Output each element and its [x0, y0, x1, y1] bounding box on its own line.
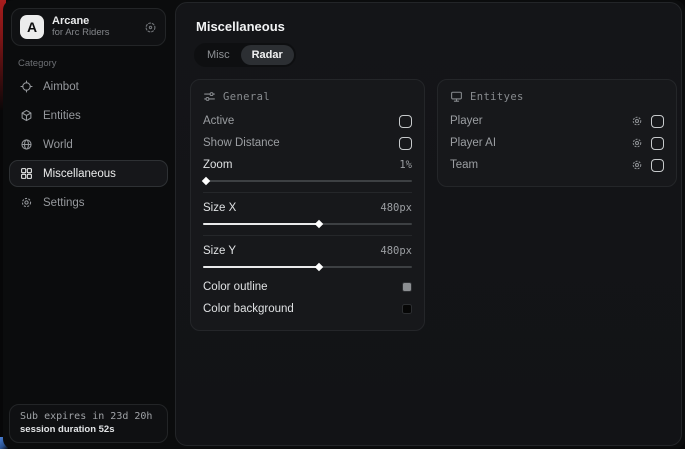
entities-panel: Entityes Player [437, 79, 677, 187]
sub-expiry-text: Sub expires in 23d 20h [20, 411, 157, 422]
size-x-value: 480px [380, 202, 412, 214]
sync-icon[interactable] [144, 21, 157, 34]
size-y-slider[interactable] [203, 262, 412, 276]
show-distance-label: Show Distance [203, 137, 280, 149]
color-outline-swatch[interactable] [402, 282, 412, 292]
team-settings-gear-icon[interactable] [631, 159, 643, 171]
size-x-slider-track [203, 223, 412, 225]
divider [203, 235, 412, 236]
session-duration-text: session duration 52s [20, 424, 157, 435]
tab-radar[interactable]: Radar [241, 45, 294, 65]
player-ai-checkbox[interactable] [651, 137, 664, 150]
player-ai-controls [631, 137, 664, 150]
sliders-icon [203, 90, 216, 103]
color-background-swatch[interactable] [402, 304, 412, 314]
active-row: Active [203, 110, 412, 132]
grid-icon [20, 167, 33, 180]
entities-panel-title: Entityes [470, 91, 524, 103]
team-checkbox[interactable] [651, 159, 664, 172]
size-y-value: 480px [380, 245, 412, 257]
size-x-slider-fill [203, 223, 318, 225]
player-settings-gear-icon[interactable] [631, 115, 643, 127]
tab-misc[interactable]: Misc [196, 45, 241, 65]
desktop-background: A Arcane for Arc Riders Category [0, 0, 685, 449]
gear-icon [20, 196, 33, 209]
divider [203, 192, 412, 193]
sidebar-item-settings[interactable]: Settings [9, 189, 168, 216]
size-x-slider-thumb[interactable] [315, 220, 323, 228]
sidebar-item-label: Settings [43, 197, 85, 209]
zoom-slider-track [203, 180, 412, 182]
player-label: Player [450, 115, 483, 127]
brand-text: Arcane for Arc Riders [52, 15, 136, 39]
color-background-row: Color background [203, 298, 412, 320]
sidebar-nav: Aimbot Entities Wo [3, 73, 174, 216]
size-y-label: Size Y [203, 245, 236, 257]
size-y-slider-thumb[interactable] [315, 263, 323, 271]
team-label: Team [450, 159, 478, 171]
sidebar-item-entities[interactable]: Entities [9, 102, 168, 129]
brand-card: A Arcane for Arc Riders [11, 8, 166, 46]
size-y-slider-track [203, 266, 412, 268]
zoom-slider-thumb[interactable] [202, 177, 210, 185]
app-window: A Arcane for Arc Riders Category [3, 0, 685, 449]
player-controls [631, 115, 664, 128]
sidebar-item-label: World [43, 139, 73, 151]
show-distance-row: Show Distance [203, 132, 412, 154]
sidebar-item-label: Entities [43, 110, 81, 122]
tab-bar: Misc Radar [194, 43, 296, 67]
sidebar-item-label: Miscellaneous [43, 168, 116, 180]
zoom-value: 1% [399, 159, 412, 171]
sidebar: A Arcane for Arc Riders Category [3, 0, 174, 449]
player-ai-row: Player AI [450, 132, 664, 154]
player-checkbox[interactable] [651, 115, 664, 128]
color-background-label: Color background [203, 303, 294, 315]
general-panel: General Active Show Distance Zoom 1% [190, 79, 425, 331]
page-title: Miscellaneous [196, 19, 681, 34]
app-name: Arcane [52, 15, 136, 28]
globe-icon [20, 138, 33, 151]
zoom-label: Zoom [203, 159, 232, 171]
active-checkbox[interactable] [399, 115, 412, 128]
color-outline-row: Color outline [203, 276, 412, 298]
main-content: Miscellaneous Misc Radar General [175, 2, 682, 446]
monitor-icon [450, 90, 463, 103]
player-ai-label: Player AI [450, 137, 496, 149]
zoom-slider-fill [203, 180, 205, 182]
size-x-row: Size X 480px [203, 197, 412, 219]
active-label: Active [203, 115, 234, 127]
color-outline-label: Color outline [203, 281, 268, 293]
crosshair-icon [20, 80, 33, 93]
size-x-slider[interactable] [203, 219, 412, 233]
entities-panel-header: Entityes [450, 89, 664, 110]
size-y-row: Size Y 480px [203, 240, 412, 262]
player-row: Player [450, 110, 664, 132]
sidebar-item-label: Aimbot [43, 81, 79, 93]
team-row: Team [450, 154, 664, 176]
category-label: Category [18, 58, 174, 69]
app-logo: A [20, 15, 44, 39]
general-panel-title: General [223, 91, 270, 103]
subscription-card: Sub expires in 23d 20h session duration … [9, 404, 168, 443]
zoom-slider[interactable] [203, 176, 412, 190]
sidebar-item-world[interactable]: World [9, 131, 168, 158]
team-controls [631, 159, 664, 172]
size-x-label: Size X [203, 202, 236, 214]
entities-icon [20, 109, 33, 122]
player-ai-settings-gear-icon[interactable] [631, 137, 643, 149]
sidebar-item-miscellaneous[interactable]: Miscellaneous [9, 160, 168, 187]
show-distance-checkbox[interactable] [399, 137, 412, 150]
zoom-row: Zoom 1% [203, 154, 412, 176]
general-panel-header: General [203, 89, 412, 110]
sidebar-item-aimbot[interactable]: Aimbot [9, 73, 168, 100]
size-y-slider-fill [203, 266, 318, 268]
panels-row: General Active Show Distance Zoom 1% [190, 79, 681, 331]
app-subtitle: for Arc Riders [52, 28, 136, 39]
